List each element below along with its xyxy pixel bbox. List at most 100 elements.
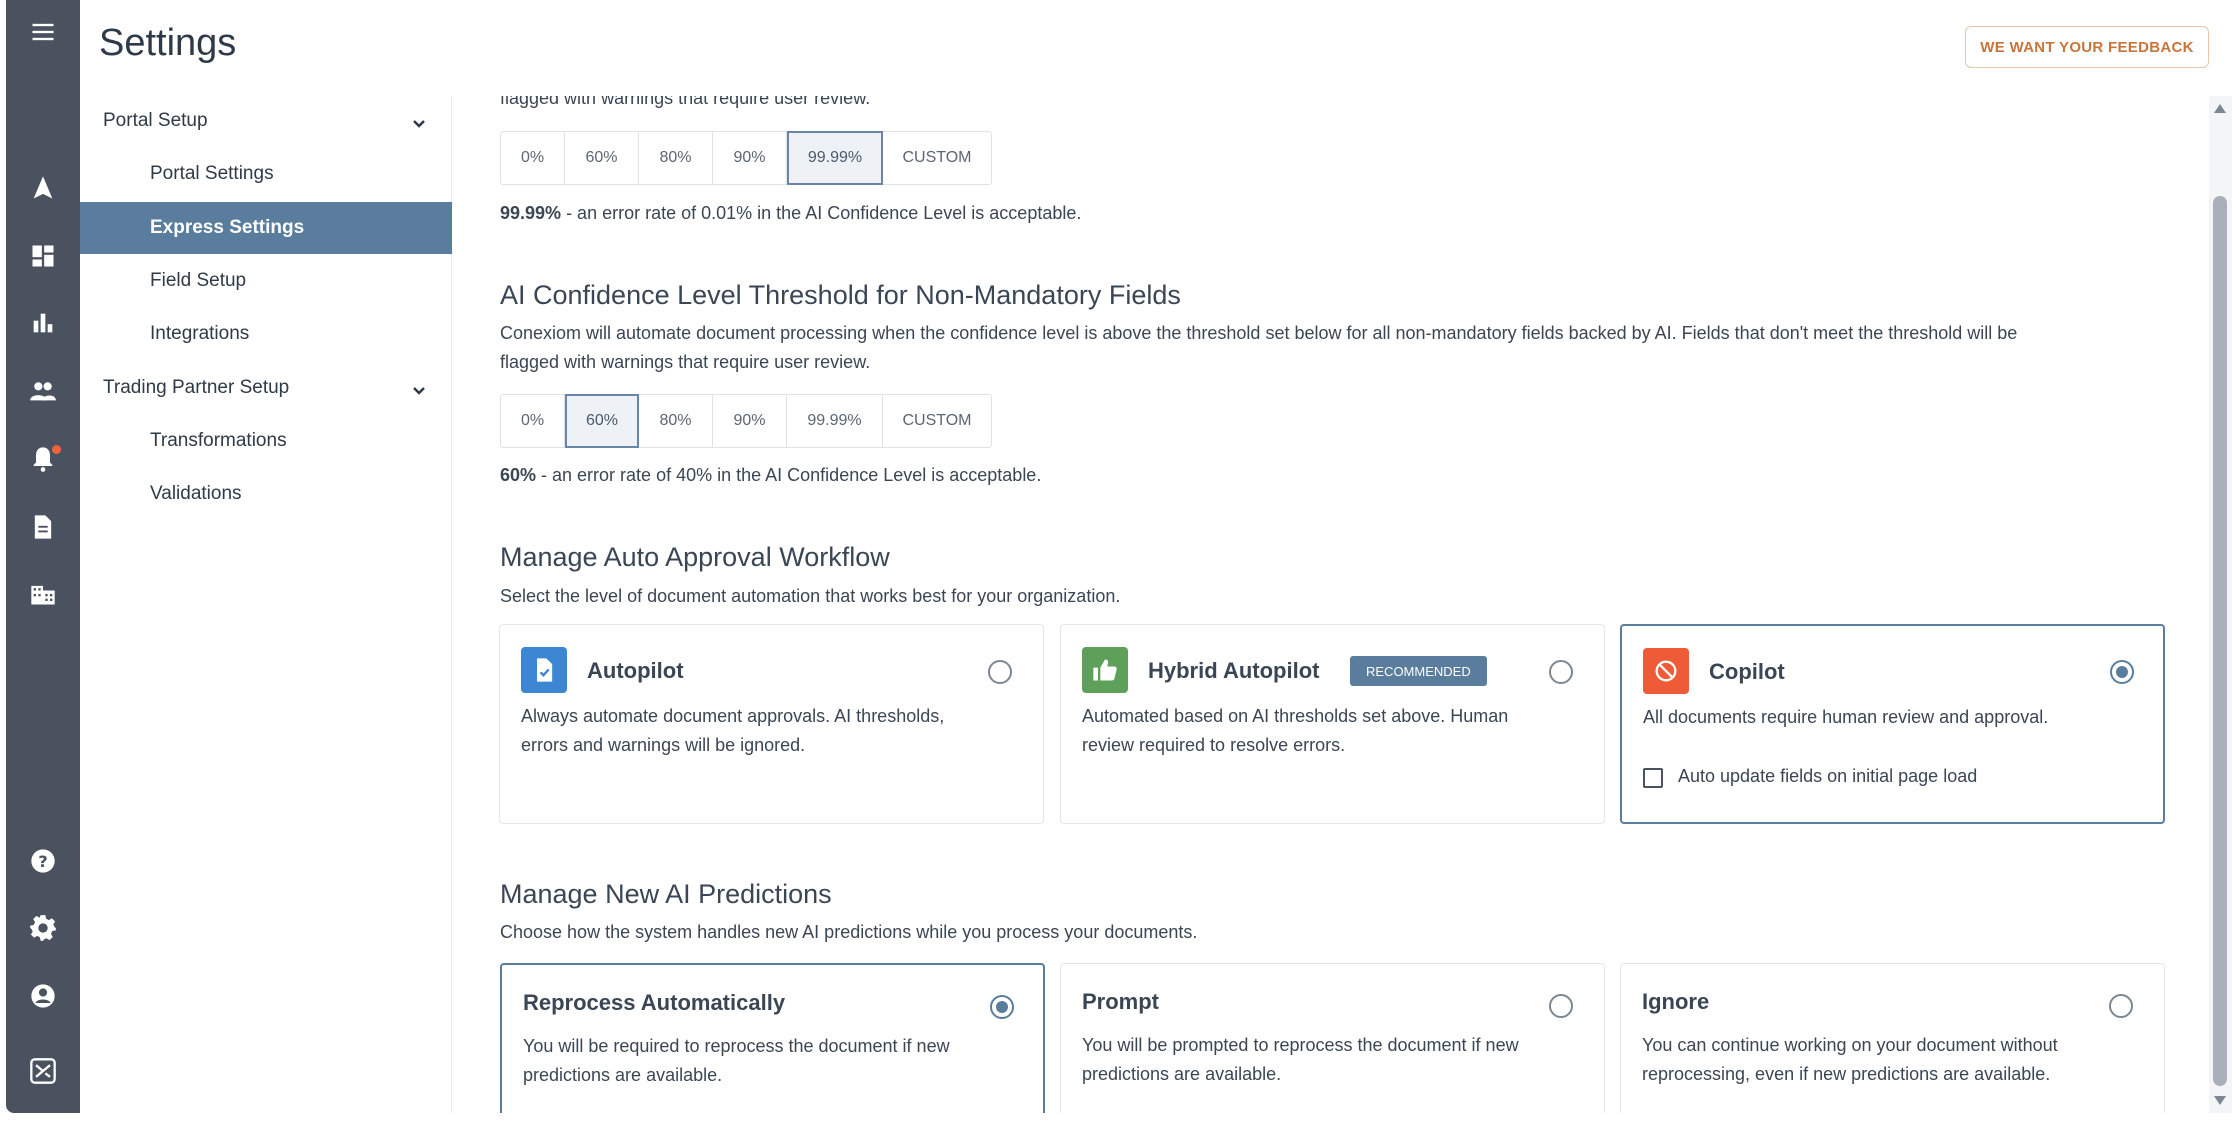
- prediction-card-title: Reprocess Automatically: [523, 990, 786, 1015]
- non-mandatory-title: AI Confidence Level Threshold for Non-Ma…: [500, 280, 1181, 310]
- non-mandatory-option-99-99[interactable]: 99.99%: [787, 395, 883, 447]
- approval-card-title: Copilot: [1709, 659, 1785, 684]
- reprocess-automatically-radio[interactable]: [990, 995, 1014, 1019]
- approval-card-desc-line1: Automated based on AI thresholds set abo…: [1082, 706, 1509, 726]
- prediction-card-desc-line1: You will be required to reprocess the do…: [523, 1036, 950, 1056]
- prediction-card-desc: You will be required to reprocess the do…: [523, 1032, 950, 1090]
- prediction-card-desc-line2: reprocessing, even if new predictions ar…: [1642, 1064, 2051, 1084]
- prediction-card-desc-line1: You will be prompted to reprocess the do…: [1082, 1035, 1519, 1055]
- nav-group-trading-partner-setup[interactable]: Trading Partner Setup: [103, 377, 289, 399]
- menu-icon[interactable]: [6, 12, 80, 52]
- predictions-desc: Choose how the system handles new AI pre…: [500, 922, 1198, 942]
- thumbs-up-icon: [1082, 647, 1128, 693]
- non-mandatory-option-90[interactable]: 90%: [713, 395, 787, 447]
- approval-card-copilot[interactable]: Copilot All documents require human revi…: [1620, 624, 2165, 824]
- non-mandatory-note-value: 60%: [500, 465, 537, 485]
- nav-item-validations[interactable]: Validations: [80, 468, 452, 520]
- autopilot-radio[interactable]: [988, 660, 1012, 684]
- non-mandatory-option-80[interactable]: 80%: [639, 395, 713, 447]
- non-mandatory-desc-line1: Conexiom will automate document processi…: [500, 323, 2018, 343]
- prediction-card-ignore[interactable]: Ignore You can continue working on your …: [1620, 963, 2165, 1113]
- prediction-card-desc-line2: predictions are available.: [1082, 1064, 1282, 1084]
- ignore-radio[interactable]: [2109, 994, 2133, 1018]
- non-mandatory-desc: Conexiom will automate document processi…: [500, 319, 2200, 377]
- mandatory-option-80[interactable]: 80%: [639, 132, 713, 184]
- approval-desc: Select the level of document automation …: [500, 586, 1121, 606]
- svg-text:?: ?: [38, 852, 47, 871]
- block-icon: [1643, 648, 1689, 694]
- document-icon[interactable]: [6, 507, 80, 547]
- icon-rail: ?: [6, 0, 80, 1113]
- auto-update-checkbox[interactable]: [1643, 768, 1663, 788]
- mandatory-note-value: 99.99%: [500, 203, 562, 223]
- gear-icon[interactable]: [6, 908, 80, 948]
- prompt-radio[interactable]: [1549, 994, 1573, 1018]
- main-content: flagged with warnings that require user …: [452, 96, 2209, 1113]
- mandatory-note-text: - an error rate of 0.01% in the AI Confi…: [561, 203, 1082, 223]
- users-icon[interactable]: [6, 371, 80, 411]
- prediction-card-desc: You can continue working on your documen…: [1642, 1031, 2058, 1089]
- dashboard-icon[interactable]: [6, 236, 80, 276]
- nav-item-transformations[interactable]: Transformations: [80, 415, 452, 467]
- app-logo-icon[interactable]: [6, 1051, 80, 1091]
- approval-card-title: Hybrid Autopilot: [1148, 658, 1320, 683]
- prediction-card-desc: You will be prompted to reprocess the do…: [1082, 1031, 1519, 1089]
- approval-card-desc: Always automate document approvals. AI t…: [521, 702, 944, 760]
- nav-group-portal-setup[interactable]: Portal Setup: [103, 110, 208, 132]
- hybrid-autopilot-radio[interactable]: [1549, 660, 1573, 684]
- scroll-thumb[interactable]: [2213, 196, 2227, 1086]
- nav-item-portal-settings[interactable]: Portal Settings: [80, 148, 452, 200]
- mandatory-threshold-selector: 0% 60% 80% 90% 99.99% CUSTOM: [500, 131, 992, 185]
- settings-nav: Portal Setup Portal Settings Express Set…: [80, 96, 452, 1113]
- account-icon[interactable]: [6, 976, 80, 1016]
- prediction-card-prompt[interactable]: Prompt You will be prompted to reprocess…: [1060, 963, 1605, 1113]
- approval-card-desc-line2: errors and warnings will be ignored.: [521, 735, 806, 755]
- feedback-button[interactable]: WE WANT YOUR FEEDBACK: [1965, 26, 2209, 68]
- mandatory-option-custom[interactable]: CUSTOM: [883, 132, 991, 184]
- help-icon[interactable]: ?: [6, 841, 80, 881]
- non-mandatory-option-custom[interactable]: CUSTOM: [883, 395, 991, 447]
- non-mandatory-desc-line2: flagged with warnings that require user …: [500, 352, 871, 372]
- prediction-card-title: Ignore: [1642, 989, 1710, 1014]
- bar-chart-icon[interactable]: [6, 303, 80, 343]
- mandatory-option-0[interactable]: 0%: [501, 132, 565, 184]
- nav-item-field-setup[interactable]: Field Setup: [80, 255, 452, 307]
- scroll-down-arrow[interactable]: [2214, 1096, 2226, 1105]
- non-mandatory-threshold-selector: 0% 60% 80% 90% 99.99% CUSTOM: [500, 394, 992, 448]
- approval-card-desc-line2: review required to resolve errors.: [1082, 735, 1346, 755]
- chevron-down-icon[interactable]: [410, 114, 428, 132]
- approval-card-desc-line1: Always automate document approvals. AI t…: [521, 706, 945, 726]
- nav-item-integrations[interactable]: Integrations: [80, 308, 452, 360]
- auto-update-label: Auto update fields on initial page load: [1678, 766, 1978, 786]
- mandatory-option-99-99[interactable]: 99.99%: [787, 131, 883, 185]
- approval-card-title: Autopilot: [587, 658, 684, 683]
- prediction-card-title: Prompt: [1082, 989, 1159, 1014]
- mandatory-option-90[interactable]: 90%: [713, 132, 787, 184]
- copilot-radio[interactable]: [2110, 660, 2134, 684]
- predictions-title: Manage New AI Predictions: [500, 879, 832, 909]
- vertical-scrollbar[interactable]: [2209, 96, 2232, 1113]
- non-mandatory-option-0[interactable]: 0%: [501, 395, 565, 447]
- approval-card-hybrid-autopilot[interactable]: Hybrid Autopilot RECOMMENDED Automated b…: [1060, 624, 1605, 824]
- recommended-badge: RECOMMENDED: [1350, 656, 1487, 686]
- scroll-up-arrow[interactable]: [2214, 104, 2226, 113]
- approval-title: Manage Auto Approval Workflow: [500, 542, 890, 572]
- notification-dot: [52, 445, 61, 454]
- prediction-card-desc-line2: predictions are available.: [523, 1065, 723, 1085]
- approval-card-desc: All documents require human review and a…: [1643, 707, 2049, 727]
- page-title: Settings: [99, 22, 237, 64]
- prediction-card-desc-line1: You can continue working on your documen…: [1642, 1035, 2058, 1055]
- mandatory-option-60[interactable]: 60%: [565, 132, 639, 184]
- bell-icon[interactable]: [6, 439, 80, 479]
- building-icon[interactable]: [6, 574, 80, 614]
- prediction-card-reprocess-automatically[interactable]: Reprocess Automatically You will be requ…: [500, 963, 1045, 1113]
- approval-card-autopilot[interactable]: Autopilot Always automate document appro…: [499, 624, 1044, 824]
- approval-card-desc: Automated based on AI thresholds set abo…: [1082, 702, 1508, 760]
- non-mandatory-option-60[interactable]: 60%: [565, 394, 639, 448]
- non-mandatory-note-text: - an error rate of 40% in the AI Confide…: [536, 465, 1042, 485]
- mandatory-desc-tail: flagged with warnings that require user …: [500, 96, 871, 108]
- nav-item-express-settings[interactable]: Express Settings: [80, 202, 452, 254]
- chevron-down-icon[interactable]: [410, 381, 428, 399]
- navigate-icon[interactable]: [6, 168, 80, 208]
- document-check-icon: [521, 647, 567, 693]
